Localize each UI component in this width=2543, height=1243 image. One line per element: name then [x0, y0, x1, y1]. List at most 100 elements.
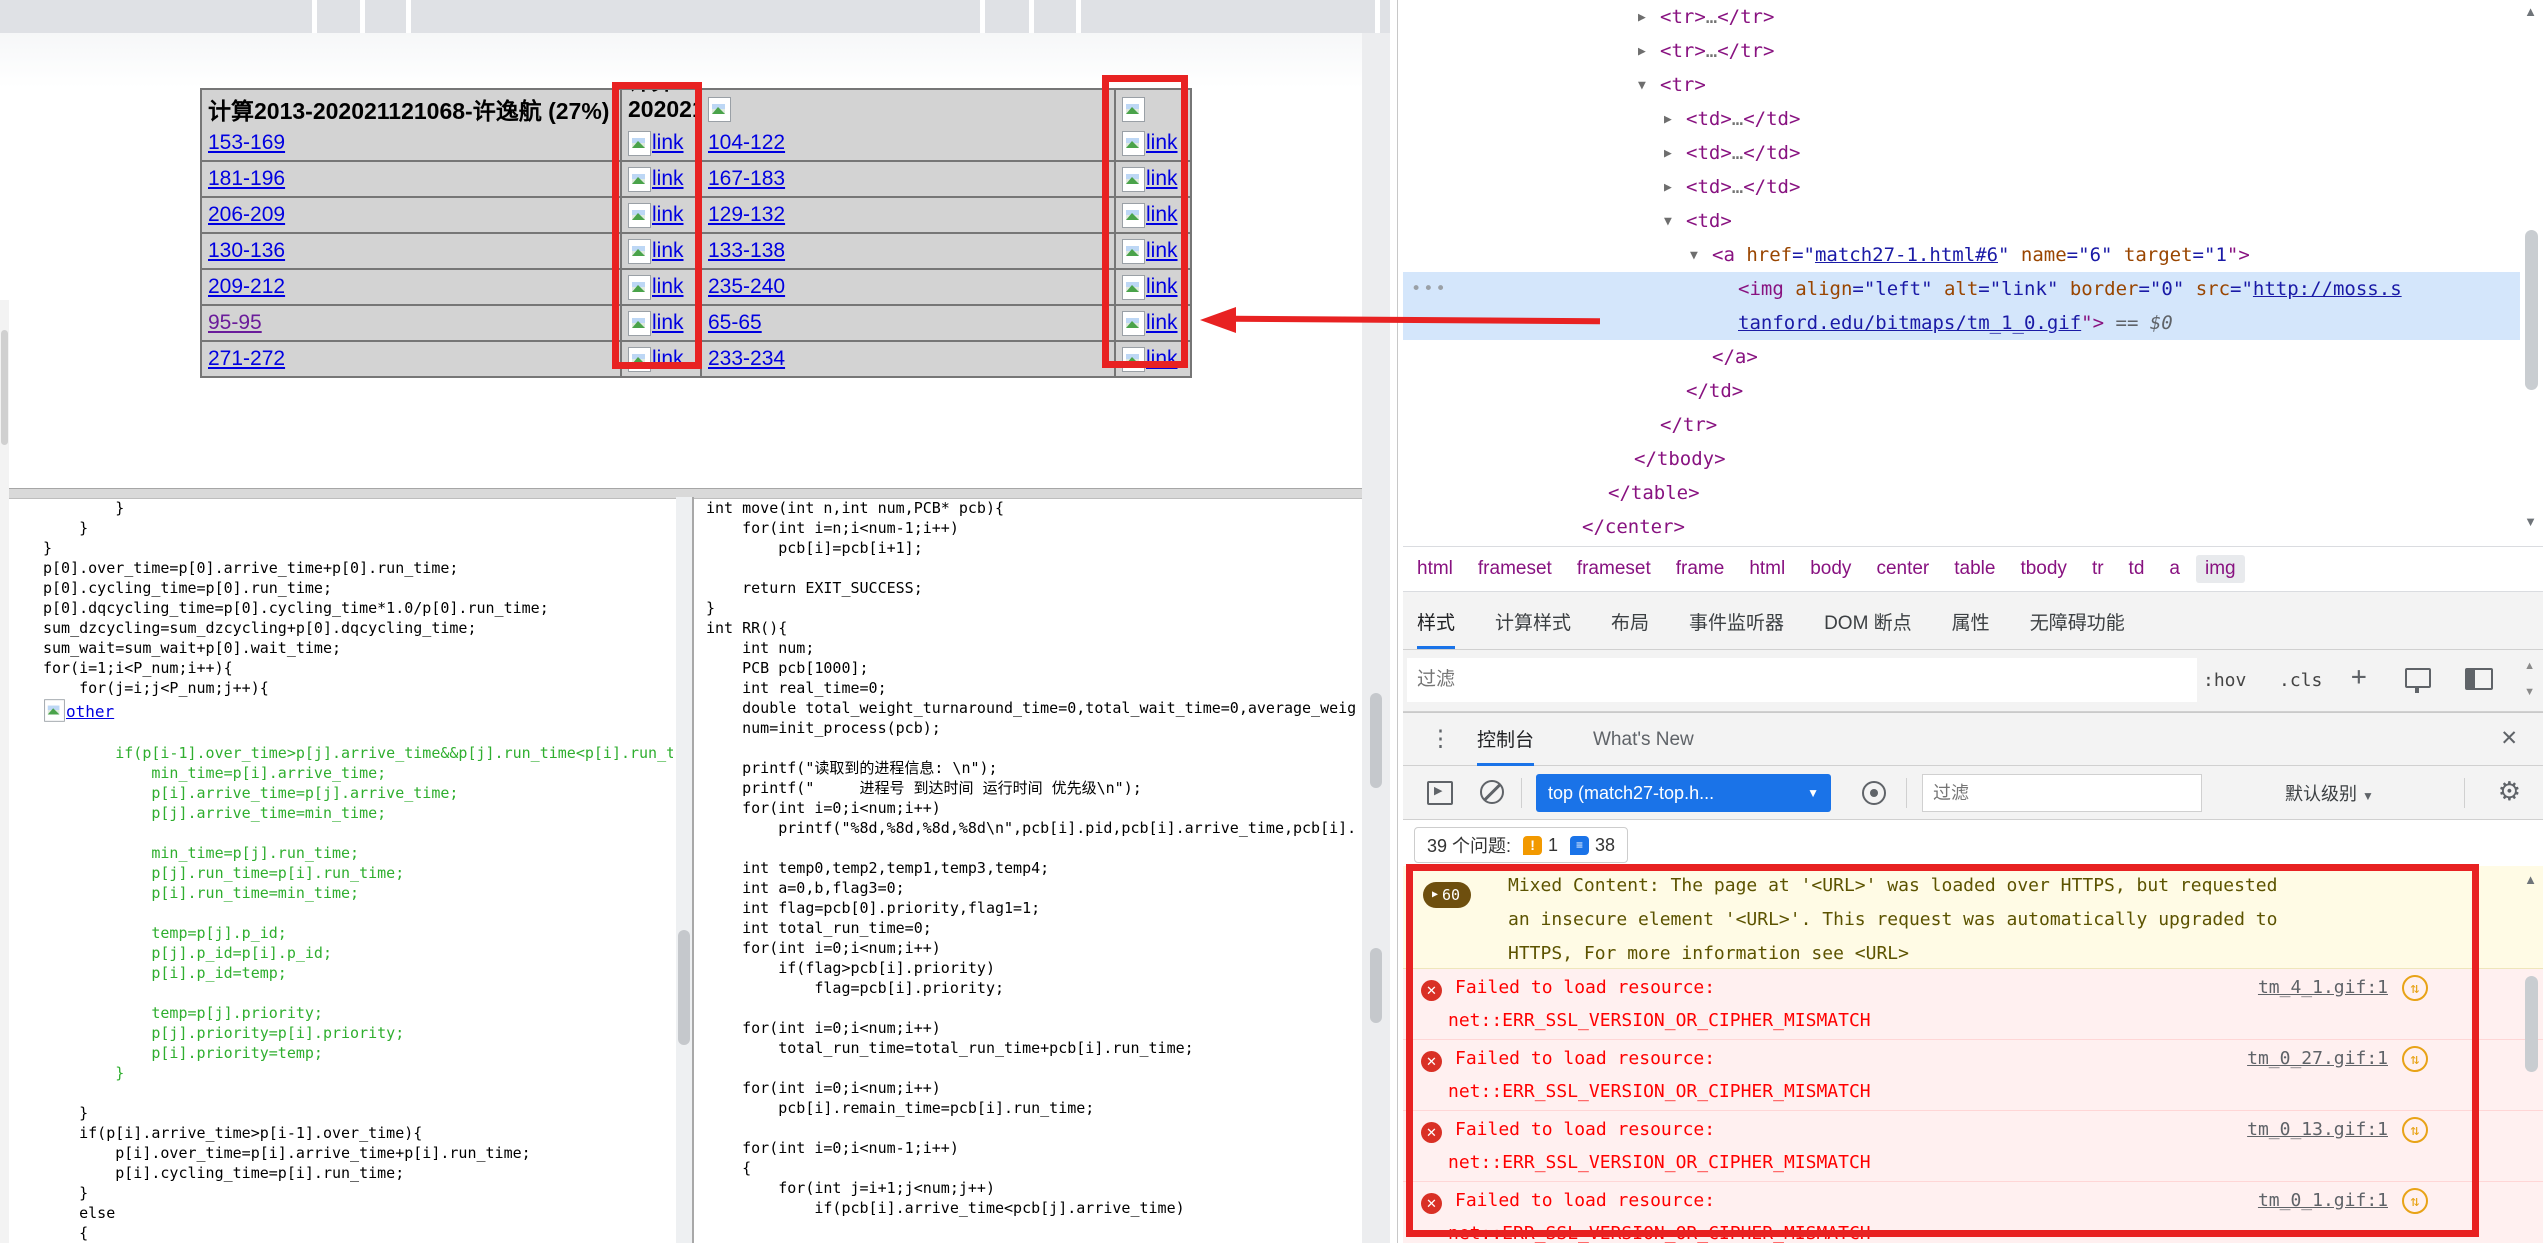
- right-frame-scrollbar[interactable]: [1362, 33, 1390, 1243]
- dom-tree-node[interactable]: </td>: [1403, 374, 2520, 408]
- breadcrumb-item-tr[interactable]: tr: [2092, 558, 2104, 580]
- dom-tree-node[interactable]: ▼<a href="match27-1.html#6" name="6" tar…: [1403, 238, 2520, 272]
- breadcrumb-item-html[interactable]: html: [1417, 558, 1453, 580]
- expand-arrow-icon[interactable]: ▶: [1664, 171, 1672, 205]
- dom-tree-node[interactable]: </center>: [1403, 510, 2520, 544]
- selected-dom-node[interactable]: <img align="left" alt="link" border="0" …: [1403, 272, 2520, 340]
- code-left-scrollbar[interactable]: [676, 497, 692, 1243]
- line-range-link[interactable]: 271-272: [208, 347, 285, 371]
- tab-whats-new[interactable]: What's New: [1593, 713, 1694, 766]
- clear-console-icon[interactable]: [1480, 780, 1504, 804]
- close-icon[interactable]: ✕: [2500, 726, 2518, 751]
- scroll-down-icon[interactable]: ▼: [2524, 514, 2537, 529]
- scroll-down-icon[interactable]: ▼: [2524, 686, 2535, 698]
- console-scrollbar-thumb[interactable]: [2525, 976, 2538, 1072]
- line-range-link[interactable]: 209-212: [208, 275, 285, 299]
- dom-tree-node[interactable]: ▶<td>…</td>: [1403, 170, 2520, 204]
- code-line: for(j=i;j<P_num;j++){: [43, 678, 673, 698]
- scroll-up-icon[interactable]: ▲: [2524, 660, 2535, 672]
- other-link[interactable]: other: [66, 702, 114, 721]
- tab-事件监听器[interactable]: 事件监听器: [1689, 608, 1784, 649]
- breadcrumb-item-td[interactable]: td: [2129, 558, 2145, 580]
- line-range-link[interactable]: 153-169: [208, 131, 285, 155]
- resource-url-link[interactable]: tanford.edu/bitmaps/tm_1_0.gif: [1738, 312, 2081, 334]
- dom-tree-node[interactable]: </tr>: [1403, 408, 2520, 442]
- devtools-divider[interactable]: [1397, 0, 1398, 1243]
- breadcrumb-item-tbody[interactable]: tbody: [2020, 558, 2066, 580]
- expand-arrow-icon[interactable]: ▶: [1664, 137, 1672, 171]
- tab-DOM 断点[interactable]: DOM 断点: [1824, 608, 1912, 649]
- breadcrumb-item-frame[interactable]: frame: [1676, 558, 1725, 580]
- toggle-hov-button[interactable]: :hov: [2203, 670, 2246, 691]
- syntax-token: =": [1852, 278, 1875, 300]
- console-sidebar-icon[interactable]: [1427, 781, 1453, 805]
- line-range-link[interactable]: 206-209: [208, 203, 285, 227]
- sidebar-layout-icon[interactable]: [2465, 668, 2493, 690]
- scroll-up-icon[interactable]: ▲: [2524, 4, 2537, 19]
- resource-url-link[interactable]: match27-1.html#6: [1815, 244, 1998, 266]
- line-range-link[interactable]: 65-65: [708, 311, 762, 335]
- issues-counter[interactable]: 39 个问题: ! 1 ≡ 38: [1414, 827, 1628, 863]
- line-range-link[interactable]: 104-122: [708, 131, 785, 155]
- line-range-link[interactable]: 181-196: [208, 167, 285, 191]
- line-range-link[interactable]: 233-234: [708, 347, 785, 371]
- scroll-up-icon[interactable]: ▲: [2524, 872, 2537, 887]
- tab-计算样式[interactable]: 计算样式: [1495, 608, 1571, 649]
- scrollbar-thumb[interactable]: [1370, 948, 1382, 1023]
- collapse-arrow-icon[interactable]: ▼: [1690, 239, 1698, 273]
- log-levels-dropdown[interactable]: 默认级别 ▼: [2285, 780, 2374, 806]
- dom-tree-node[interactable]: </tbody>: [1403, 442, 2520, 476]
- dom-tree-node[interactable]: ▶<tr>…</tr>: [1403, 0, 2520, 34]
- tab-属性[interactable]: 属性: [1952, 608, 1990, 649]
- breadcrumb-item-table[interactable]: table: [1954, 558, 1995, 580]
- scrollbar-thumb[interactable]: [678, 930, 690, 1045]
- code-line: [43, 823, 673, 843]
- collapse-arrow-icon[interactable]: ▼: [1638, 69, 1646, 103]
- tab-无障碍功能[interactable]: 无障碍功能: [2030, 608, 2125, 649]
- dom-tree-node[interactable]: ▼<tr>: [1403, 68, 2520, 102]
- scrollbar-thumb[interactable]: [1370, 693, 1382, 788]
- dom-tree-node[interactable]: ▶<td>…</td>: [1403, 102, 2520, 136]
- code-line: [706, 738, 1356, 758]
- toggle-cls-button[interactable]: .cls: [2279, 670, 2322, 691]
- tab-console[interactable]: 控制台: [1477, 713, 1534, 766]
- breadcrumb-item-html[interactable]: html: [1749, 558, 1785, 580]
- gear-icon[interactable]: ⚙: [2498, 776, 2521, 807]
- expand-arrow-icon[interactable]: ▶: [1638, 35, 1646, 69]
- line-range-cell: 130-136: [202, 234, 620, 268]
- node-more-actions-icon[interactable]: •••: [1411, 272, 1448, 306]
- expand-arrow-icon[interactable]: ▶: [1664, 103, 1672, 137]
- line-range-link[interactable]: 130-136: [208, 239, 285, 263]
- line-range-link[interactable]: 129-132: [708, 203, 785, 227]
- expand-arrow-icon[interactable]: ▶: [1638, 1, 1646, 35]
- dom-tree-node[interactable]: ▶<td>…</td>: [1403, 136, 2520, 170]
- tab-布局[interactable]: 布局: [1611, 608, 1649, 649]
- styles-filter-input[interactable]: [1407, 658, 2197, 702]
- breadcrumb-item-center[interactable]: center: [1876, 558, 1929, 580]
- line-range-link[interactable]: 167-183: [708, 167, 785, 191]
- tab-样式[interactable]: 样式: [1417, 608, 1455, 649]
- elements-scrollbar-thumb[interactable]: [2525, 230, 2538, 390]
- scrollbar-thumb[interactable]: [1, 330, 8, 445]
- breadcrumb-item-frameset[interactable]: frameset: [1577, 558, 1651, 580]
- breadcrumb-item-a[interactable]: a: [2169, 558, 2180, 580]
- line-range-link[interactable]: 133-138: [708, 239, 785, 263]
- breadcrumb-item-img[interactable]: img: [2196, 555, 2245, 583]
- breadcrumb-item-frameset[interactable]: frameset: [1478, 558, 1552, 580]
- line-range-link[interactable]: 235-240: [708, 275, 785, 299]
- dom-tree-node[interactable]: ▶<tr>…</tr>: [1403, 34, 2520, 68]
- breadcrumb-item-body[interactable]: body: [1810, 558, 1851, 580]
- live-expression-eye-icon[interactable]: [1862, 781, 1886, 805]
- dom-tree-node[interactable]: </table>: [1403, 476, 2520, 510]
- resource-url-link[interactable]: http://moss.s: [2253, 278, 2402, 300]
- dom-tree-node[interactable]: </a>: [1403, 340, 2520, 374]
- line-range-link[interactable]: 95-95: [208, 311, 262, 335]
- paint-format-icon[interactable]: [2405, 668, 2431, 688]
- more-options-icon[interactable]: ⋮: [1429, 725, 1452, 752]
- left-frame-scrollbar[interactable]: [0, 300, 9, 1243]
- console-filter-input[interactable]: [1922, 774, 2202, 812]
- collapse-arrow-icon[interactable]: ▼: [1664, 205, 1672, 239]
- dom-tree-node[interactable]: ▼<td>: [1403, 204, 2520, 238]
- execution-context-select[interactable]: top (match27-top.h... ▼: [1536, 774, 1831, 812]
- new-style-rule-button[interactable]: +: [2351, 662, 2367, 692]
